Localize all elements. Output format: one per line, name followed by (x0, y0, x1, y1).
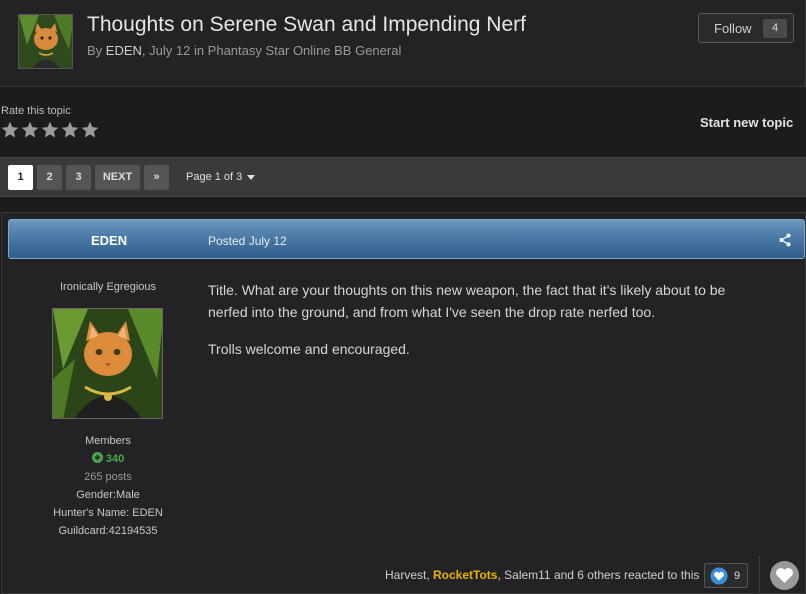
reactions-names-b: , Salem11 and 6 others reacted to this (497, 568, 700, 582)
follow-count-badge: 4 (763, 19, 787, 38)
star-icon[interactable] (80, 120, 100, 140)
page-of-label: Page 1 of 3 (186, 171, 243, 183)
rating-stars (0, 120, 100, 140)
post-content: Title. What are your thoughts on this ne… (208, 279, 768, 375)
user-title: Ironically Egregious (60, 281, 156, 293)
reactions-summary[interactable]: Harvest, RocketTots, Salem11 and 6 other… (385, 568, 699, 582)
post-date[interactable]: Posted July 12 (208, 234, 287, 248)
meta-prefix: By (87, 43, 103, 58)
reputation: 340 (2, 450, 214, 468)
star-icon[interactable] (0, 120, 20, 140)
plus-circle-icon (91, 452, 103, 463)
post-author-link[interactable]: EDEN (91, 233, 127, 248)
follow-button[interactable]: Follow 4 (698, 13, 794, 43)
topic-meta: By EDEN, July 12 in Phantasy Star Online… (87, 43, 401, 58)
topic-author-avatar[interactable] (18, 14, 73, 69)
next-page-button[interactable]: NEXT (95, 165, 140, 190)
avatar[interactable] (52, 308, 163, 419)
reactions-highlight-user[interactable]: RocketTots (433, 568, 497, 582)
react-button[interactable] (770, 561, 799, 590)
topic-title: Thoughts on Serene Swan and Impending Ne… (87, 13, 526, 36)
post-paragraph: Title. What are your thoughts on this ne… (208, 282, 726, 320)
guildcard-field: Guildcard:42194535 (58, 525, 158, 537)
page-2-button[interactable]: 2 (37, 165, 62, 190)
reaction-count: 9 (734, 570, 741, 582)
pagination-bar: 1 2 3 NEXT » Page 1 of 3 (0, 157, 806, 197)
page-1-button[interactable]: 1 (8, 165, 33, 190)
star-icon[interactable] (40, 120, 60, 140)
page-3-button[interactable]: 3 (66, 165, 91, 190)
rate-topic-label: Rate this topic (1, 105, 71, 117)
post-header-bar: EDEN Posted July 12 (8, 219, 805, 259)
hunter-name-field: Hunter's Name: EDEN (53, 507, 163, 519)
user-info: Members 340 265 posts Gender:Male Hunter… (2, 432, 214, 540)
heart-icon (776, 568, 793, 583)
caret-down-icon (247, 174, 256, 180)
heart-icon (710, 567, 728, 585)
star-icon[interactable] (20, 120, 40, 140)
reaction-count-badge[interactable]: 9 (704, 563, 748, 588)
follow-label: Follow (714, 21, 752, 36)
page-jump-dropdown[interactable]: Page 1 of 3 (186, 171, 256, 183)
reputation-count: 340 (105, 453, 125, 465)
topic-header: Thoughts on Serene Swan and Impending Ne… (0, 0, 806, 87)
gender-field: Gender:Male (76, 489, 140, 501)
star-icon[interactable] (60, 120, 80, 140)
share-icon[interactable] (778, 233, 792, 247)
last-page-button[interactable]: » (144, 165, 169, 190)
start-new-topic-link[interactable]: Start new topic (700, 115, 793, 130)
post-count: 265 posts (84, 471, 132, 483)
topic-author-link[interactable]: EDEN (106, 43, 142, 58)
meta-suffix: , July 12 in Phantasy Star Online BB Gen… (141, 43, 402, 58)
reactions-names-a: Harvest, (385, 568, 434, 582)
react-button-area (759, 556, 806, 594)
post-paragraph: Trolls welcome and encouraged. (208, 341, 410, 357)
user-group: Members (85, 435, 131, 447)
post: EDEN Posted July 12 Ironically Egregious (1, 212, 806, 594)
